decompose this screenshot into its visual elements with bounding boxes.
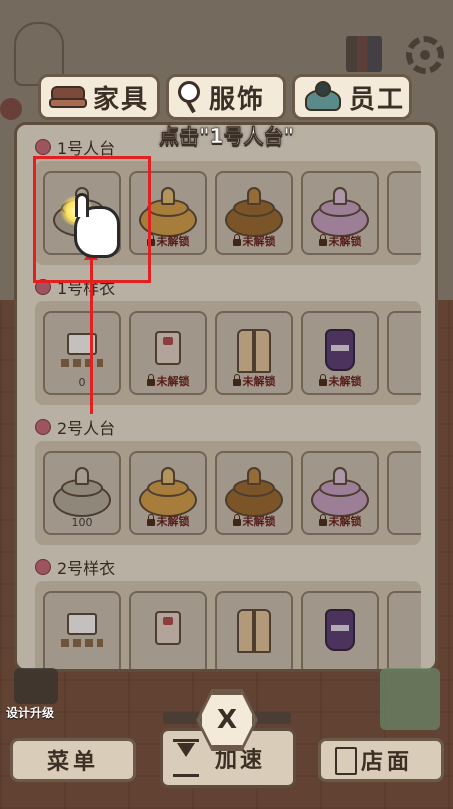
locked-caption: 未解锁	[303, 373, 377, 389]
locked-caption: 未解锁	[217, 233, 291, 249]
lock-icon	[232, 374, 241, 386]
caption-text: 未解锁	[328, 515, 362, 528]
partial-card[interactable]	[387, 171, 421, 255]
design-upgrade-icon[interactable]	[14, 668, 58, 704]
mannequin-stand-icon	[225, 187, 283, 237]
locked-caption: 未解锁	[303, 233, 377, 249]
lock-icon	[146, 374, 155, 386]
sample-garment-card[interactable]: 未解锁	[215, 311, 293, 395]
mannequin-stand-icon	[311, 467, 369, 517]
menu-button-label: 菜单	[46, 750, 99, 775]
lock-icon	[318, 374, 327, 386]
mannequin-stand-card[interactable]: 未解锁	[215, 451, 293, 535]
tab-furniture[interactable]: 家具	[38, 74, 160, 120]
garment-icon	[145, 327, 191, 373]
price-caption: 100	[45, 516, 119, 529]
locked-caption: 未解锁	[131, 373, 205, 389]
mannequin-stand-card[interactable]: 100	[43, 451, 121, 535]
caption-text: 0	[78, 376, 86, 389]
tab-furniture-label: 家具	[93, 84, 150, 115]
garment-icon	[59, 607, 105, 653]
garment-icon	[59, 327, 105, 373]
mannequin-stand-card[interactable]: 未解锁	[215, 171, 293, 255]
mannequin-stand-icon	[53, 467, 111, 517]
caption-text: 未解锁	[328, 375, 362, 388]
mannequin-stand-card[interactable]: 未解锁	[301, 451, 379, 535]
locked-caption: 未解锁	[217, 373, 291, 389]
garment-icon	[231, 607, 277, 653]
sample-garment-card[interactable]: 未解锁	[301, 311, 379, 395]
item-row	[35, 581, 421, 669]
sample-garment-card[interactable]	[129, 591, 207, 669]
section-dot-icon	[35, 419, 51, 435]
menu-button[interactable]: 菜单	[10, 738, 136, 782]
right-side-button[interactable]	[380, 668, 440, 730]
garment-icon	[145, 607, 191, 653]
mannequin-stand-card[interactable]: 未解锁	[129, 451, 207, 535]
item-row: 100 未解锁 未解锁 未解锁	[35, 441, 421, 545]
locked-caption: 未解锁	[217, 513, 291, 529]
section-title-label: 2号样衣	[57, 559, 116, 578]
tab-clothing[interactable]: 服饰	[166, 74, 286, 120]
lock-icon	[232, 514, 241, 526]
shop-button-label: 店面	[360, 750, 413, 775]
caption-text: 未解锁	[156, 375, 190, 388]
partial-card[interactable]	[387, 311, 421, 395]
garment-icon	[231, 327, 277, 373]
locked-caption: 未解锁	[131, 513, 205, 529]
tab-staff[interactable]: 员工	[292, 74, 412, 120]
section-title: 2号人台	[35, 415, 115, 439]
caption-text: 未解锁	[156, 235, 190, 248]
sample-garment-card[interactable]	[301, 591, 379, 669]
mannequin-stand-icon	[139, 467, 197, 517]
section-title-label: 2号人台	[57, 419, 116, 438]
tutorial-hint: 点击"1号人台"	[159, 124, 294, 149]
mirror-icon	[177, 81, 203, 113]
sample-garment-card[interactable]: 未解锁	[129, 311, 207, 395]
mannequin-stand-card[interactable]: 未解锁	[301, 171, 379, 255]
garment-icon	[317, 327, 363, 373]
section-title: 2号样衣	[35, 555, 115, 579]
partial-card[interactable]	[387, 591, 421, 669]
lock-icon	[318, 514, 327, 526]
caption-text: 未解锁	[242, 515, 276, 528]
sample-garment-card[interactable]	[215, 591, 293, 669]
locked-caption: 未解锁	[303, 513, 377, 529]
design-upgrade-label: 设计升级	[6, 706, 55, 720]
sample-garment-card[interactable]: 0	[43, 311, 121, 395]
section-dot-icon	[35, 559, 51, 575]
pointing-hand-icon	[74, 193, 120, 258]
hourglass-icon	[173, 739, 199, 777]
caption-text: 未解锁	[242, 375, 276, 388]
tab-staff-label: 员工	[349, 84, 406, 115]
mannequin-stand-icon	[311, 187, 369, 237]
caption-text: 未解锁	[242, 235, 276, 248]
close-icon: X	[216, 705, 238, 735]
lock-icon	[318, 234, 327, 246]
price-caption: 0	[45, 376, 119, 389]
caption-text: 未解锁	[156, 515, 190, 528]
shop-button[interactable]: 店面	[318, 738, 444, 782]
staff-icon	[303, 81, 343, 113]
door-icon	[335, 747, 357, 775]
lock-icon	[146, 514, 155, 526]
mannequin-stand-icon	[225, 467, 283, 517]
caption-text: 100	[71, 516, 93, 529]
garment-icon	[317, 607, 363, 653]
partial-card[interactable]	[387, 451, 421, 535]
sample-garment-card[interactable]	[43, 591, 121, 669]
sofa-icon	[49, 84, 87, 110]
tab-clothing-label: 服饰	[209, 84, 266, 115]
caption-text: 未解锁	[328, 235, 362, 248]
lock-icon	[232, 234, 241, 246]
